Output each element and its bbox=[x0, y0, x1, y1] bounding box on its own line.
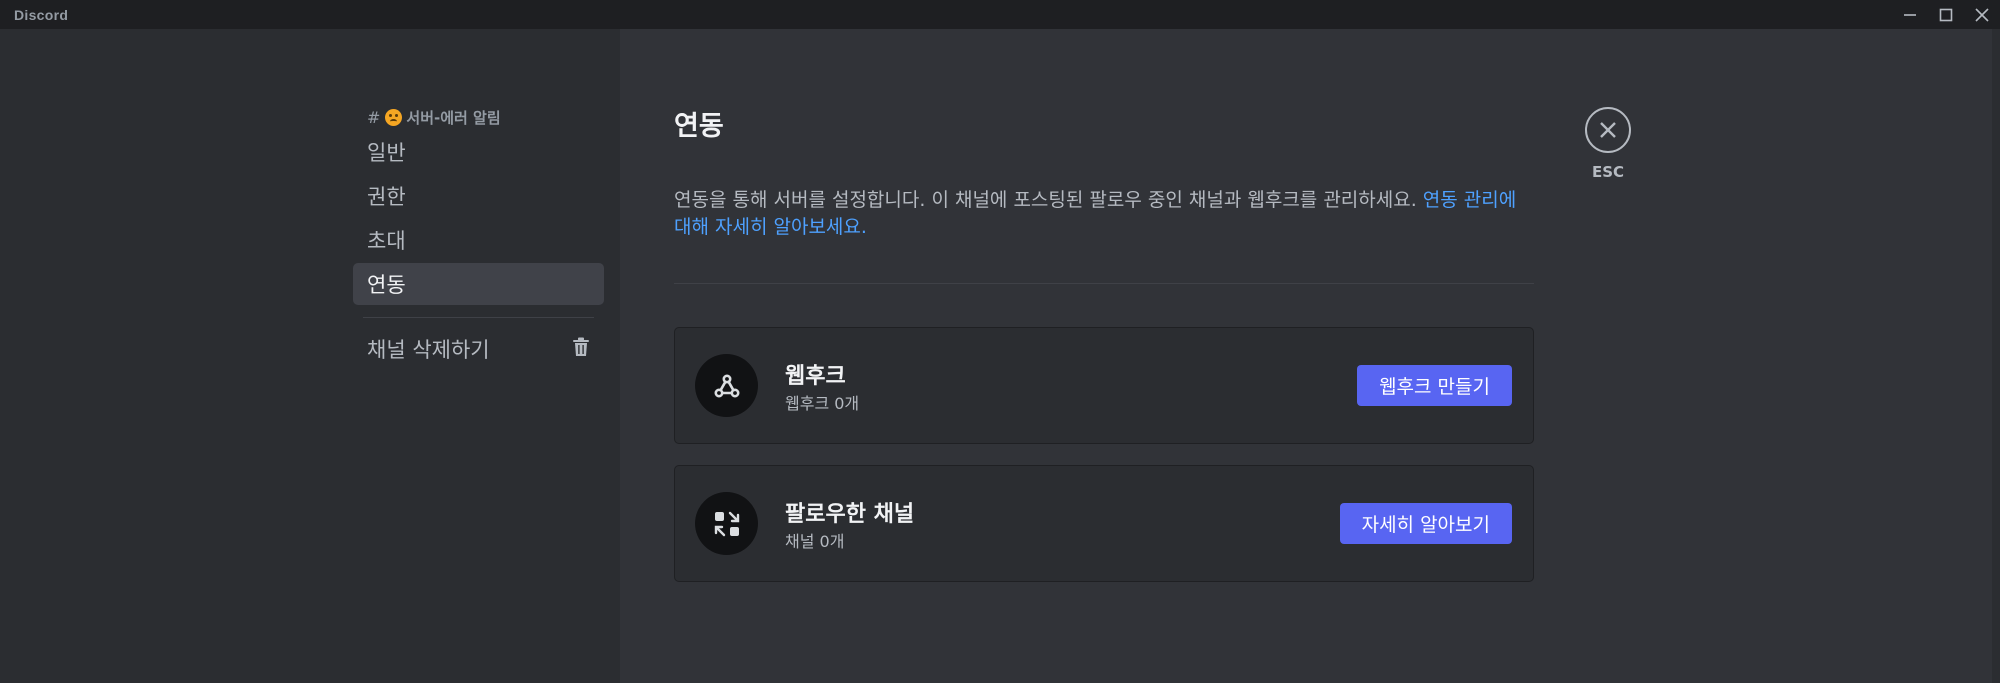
channel-header: # 서버-에러 알림 bbox=[353, 105, 604, 129]
channel-name: 서버-에러 알림 bbox=[406, 108, 501, 127]
sidebar-item-label: 권한 bbox=[367, 185, 406, 209]
card-subtitle: 웹후크 0개 bbox=[785, 394, 860, 413]
sidebar-item-general[interactable]: 일반 bbox=[353, 131, 604, 173]
card-title: 팔로우한 채널 bbox=[785, 502, 915, 527]
settings-sidebar: # 서버-에러 알림 일반 권한 초대 연동 채널 삭제하기 bbox=[0, 29, 620, 683]
sidebar-item-label: 일반 bbox=[367, 141, 406, 165]
close-icon bbox=[1600, 122, 1616, 138]
page-description: 연동을 통해 서버를 설정합니다. 이 채널에 포스팅된 팔로우 중인 채널과 … bbox=[674, 187, 1534, 241]
maximize-icon bbox=[1939, 8, 1953, 21]
create-webhook-button[interactable]: 웹후크 만들기 bbox=[1357, 365, 1512, 406]
followed-channels-card: 팔로우한 채널 채널 0개 자세히 알아보기 bbox=[674, 465, 1534, 582]
title-bar: Discord bbox=[0, 0, 2000, 29]
sidebar-item-label: 연동 bbox=[367, 273, 406, 297]
hash-icon: # bbox=[367, 107, 381, 127]
card-subtitle: 채널 0개 bbox=[785, 532, 845, 551]
close-circle[interactable] bbox=[1585, 107, 1631, 153]
sidebar-item-permissions[interactable]: 권한 bbox=[353, 175, 604, 217]
maximize-button[interactable] bbox=[1928, 0, 1964, 29]
webhooks-card: 웹후크 웹후크 0개 웹후크 만들기 bbox=[674, 327, 1534, 444]
sidebar-item-label: 초대 bbox=[367, 229, 406, 253]
delete-channel-button[interactable]: 채널 삭제하기 bbox=[353, 328, 604, 370]
sidebar-item-integrations[interactable]: 연동 bbox=[353, 263, 604, 305]
esc-close-button[interactable]: ESC bbox=[1585, 107, 1631, 181]
minimize-icon bbox=[1904, 13, 1916, 16]
webhook-icon bbox=[695, 354, 758, 417]
learn-more-button[interactable]: 자세히 알아보기 bbox=[1339, 503, 1512, 544]
followed-channel-icon bbox=[695, 492, 758, 555]
app-title: Discord bbox=[14, 7, 69, 23]
minimize-button[interactable] bbox=[1892, 0, 1928, 29]
sidebar-divider bbox=[363, 317, 594, 318]
face-emoji-icon bbox=[385, 108, 403, 126]
delete-channel-label: 채널 삭제하기 bbox=[367, 338, 490, 362]
esc-label: ESC bbox=[1591, 163, 1625, 181]
card-title: 웹후크 bbox=[785, 364, 846, 389]
window-close-button[interactable] bbox=[1964, 0, 2000, 29]
trash-icon bbox=[572, 337, 590, 362]
close-icon bbox=[1975, 7, 1989, 22]
sidebar-nav: # 서버-에러 알림 일반 권한 초대 연동 채널 삭제하기 bbox=[353, 105, 604, 370]
scrollbar-track[interactable] bbox=[1992, 29, 2000, 683]
content-divider bbox=[674, 283, 1534, 284]
page-title: 연동 bbox=[674, 111, 724, 142]
sidebar-item-invites[interactable]: 초대 bbox=[353, 219, 604, 261]
description-text: 연동을 통해 서버를 설정합니다. 이 채널에 포스팅된 팔로우 중인 채널과 … bbox=[674, 189, 1423, 211]
